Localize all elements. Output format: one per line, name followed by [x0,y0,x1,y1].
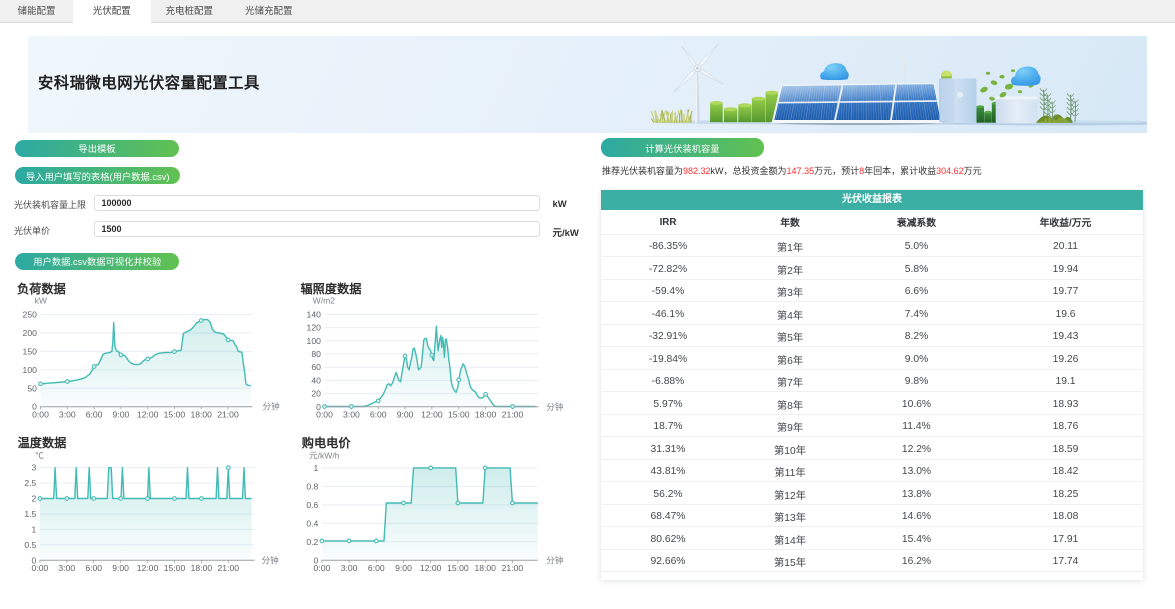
svg-text:50: 50 [27,383,37,393]
svg-text:100: 100 [23,365,38,375]
svg-text:150: 150 [23,346,38,356]
svg-text:kW: kW [35,296,48,306]
svg-text:0: 0 [32,555,37,565]
svg-text:6:00: 6:00 [370,409,387,419]
svg-text:120: 120 [307,323,322,333]
svg-text:1: 1 [32,524,37,534]
svg-text:3: 3 [32,463,37,473]
svg-text:12:00: 12:00 [137,409,159,419]
svg-text:250: 250 [23,310,38,320]
svg-text:0.8: 0.8 [306,481,318,491]
svg-text:W/m2: W/m2 [313,296,336,306]
svg-text:0.5: 0.5 [24,540,36,550]
svg-text:140: 140 [307,309,322,319]
svg-text:2.5: 2.5 [24,478,36,488]
svg-text:1: 1 [314,463,319,473]
svg-text:6:00: 6:00 [85,563,102,573]
svg-text:200: 200 [23,328,38,338]
svg-text:3:00: 3:00 [341,563,358,573]
svg-text:2: 2 [32,494,37,504]
svg-text:6:00: 6:00 [86,409,103,419]
svg-text:12:00: 12:00 [420,563,442,573]
svg-text:21:00: 21:00 [502,563,524,573]
svg-text:12:00: 12:00 [421,409,443,419]
svg-text:分钟: 分钟 [262,554,280,565]
svg-text:0: 0 [316,402,321,412]
svg-text:0: 0 [314,555,319,565]
svg-text:1.5: 1.5 [24,509,36,519]
svg-text:分钟: 分钟 [263,401,281,412]
svg-text:15:00: 15:00 [448,409,470,419]
svg-text:6:00: 6:00 [368,563,385,573]
svg-text:3:00: 3:00 [59,409,76,419]
svg-text:9:00: 9:00 [113,409,130,419]
svg-text:0.6: 0.6 [306,500,318,510]
svg-text:9:00: 9:00 [112,563,129,573]
svg-text:18:00: 18:00 [474,563,496,573]
svg-text:9:00: 9:00 [395,563,412,573]
svg-text:℃: ℃ [35,451,44,461]
svg-text:15:00: 15:00 [164,409,186,419]
svg-text:0.4: 0.4 [306,518,318,528]
svg-text:18:00: 18:00 [190,409,212,419]
svg-text:21:00: 21:00 [502,409,524,419]
svg-text:40: 40 [311,375,321,385]
svg-text:分钟: 分钟 [546,554,564,565]
svg-text:18:00: 18:00 [191,563,213,573]
svg-text:15:00: 15:00 [164,563,186,573]
svg-text:0: 0 [32,402,37,412]
svg-text:100: 100 [307,336,322,346]
svg-text:3:00: 3:00 [58,563,75,573]
svg-text:80: 80 [311,349,321,359]
svg-text:0.2: 0.2 [306,537,318,547]
svg-text:21:00: 21:00 [218,563,240,573]
svg-text:9:00: 9:00 [397,409,414,419]
svg-text:60: 60 [311,362,321,372]
svg-text:3:00: 3:00 [343,409,360,419]
svg-text:元/kW/h: 元/kW/h [309,451,340,461]
svg-text:12:00: 12:00 [137,563,159,573]
svg-text:20: 20 [311,389,321,399]
svg-text:15:00: 15:00 [447,563,469,573]
svg-text:分钟: 分钟 [546,401,564,412]
svg-text:18:00: 18:00 [475,409,497,419]
svg-text:21:00: 21:00 [217,409,239,419]
